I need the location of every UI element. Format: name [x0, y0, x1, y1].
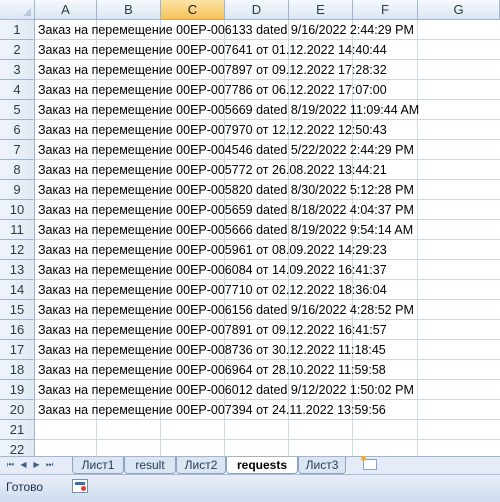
- sheet-tab-лист1[interactable]: Лист1: [72, 457, 124, 474]
- table-row: 3 Заказ на перемещение 00ЕР-007897 от 09.…: [0, 60, 500, 80]
- table-row: 9 Заказ на перемещение 00ЕР-005820 dated …: [0, 180, 500, 200]
- table-row: 21: [0, 420, 500, 440]
- table-row: 19 Заказ на перемещение 00ЕР-006012 dated…: [0, 380, 500, 400]
- column-header-b[interactable]: B: [97, 0, 161, 20]
- table-row: 2 Заказ на перемещение 00ЕР-007641 от 01.…: [0, 40, 500, 60]
- row-header[interactable]: 8: [0, 160, 35, 180]
- table-row: 18 Заказ на перемещение 00ЕР-006964 от 28…: [0, 360, 500, 380]
- column-header-g[interactable]: G: [418, 0, 500, 20]
- cell-text: Заказ на перемещение 00ЕР-006012 dated 9…: [38, 383, 414, 397]
- row-header[interactable]: 13: [0, 260, 35, 280]
- sheet-tab-bar: ⏮ ◀ ▶ ⏭ Лист1 result Лист2 requests Лист3: [0, 456, 500, 474]
- cell-text: Заказ на перемещение 00ЕР-006133 dated 9…: [38, 23, 414, 37]
- record-macro-icon[interactable]: [72, 479, 88, 493]
- column-header-row: ABCDEFG: [0, 0, 500, 20]
- cell-text: Заказ на перемещение 00ЕР-007897 от 09.1…: [38, 63, 387, 77]
- row-header[interactable]: 4: [0, 80, 35, 100]
- table-row: 17 Заказ на перемещение 00ЕР-008736 от 30…: [0, 340, 500, 360]
- sheet-tab-requests[interactable]: requests: [226, 457, 298, 474]
- cell-text: Заказ на перемещение 00ЕР-008736 от 30.1…: [38, 343, 386, 357]
- cell-a21[interactable]: [35, 420, 500, 440]
- cell-text: Заказ на перемещение 00ЕР-005659 dated 8…: [38, 203, 414, 217]
- row-header[interactable]: 6: [0, 120, 35, 140]
- row-header[interactable]: 5: [0, 100, 35, 120]
- last-sheet-icon[interactable]: ⏭: [43, 458, 56, 472]
- row-header[interactable]: 18: [0, 360, 35, 380]
- table-row: 10 Заказ на перемещение 00ЕР-005659 dated…: [0, 200, 500, 220]
- sheet-tab-лист3[interactable]: Лист3: [298, 457, 346, 474]
- table-row: 7 Заказ на перемещение 00ЕР-004546 dated …: [0, 140, 500, 160]
- cell-a22[interactable]: [35, 440, 500, 456]
- row-header[interactable]: 22: [0, 440, 35, 456]
- cell-text: Заказ на перемещение 00ЕР-005772 от 26.0…: [38, 163, 387, 177]
- cell-text: Заказ на перемещение 00ЕР-007891 от 09.1…: [38, 323, 387, 337]
- row-header[interactable]: 1: [0, 20, 35, 40]
- sheet-tab-лист2[interactable]: Лист2: [176, 457, 226, 474]
- table-row: 11 Заказ на перемещение 00ЕР-005666 dated…: [0, 220, 500, 240]
- cell-text: Заказ на перемещение 00ЕР-005666 dated 8…: [38, 223, 414, 237]
- insert-sheet-icon[interactable]: [361, 456, 377, 470]
- column-header-c[interactable]: C: [161, 0, 225, 20]
- row-header[interactable]: 7: [0, 140, 35, 160]
- cell-text: Заказ на перемещение 00ЕР-006084 от 14.0…: [38, 263, 387, 277]
- table-row: 13 Заказ на перемещение 00ЕР-006084 от 14…: [0, 260, 500, 280]
- table-row: 8 Заказ на перемещение 00ЕР-005772 от 26.…: [0, 160, 500, 180]
- table-row: 15 Заказ на перемещение 00ЕР-006156 dated…: [0, 300, 500, 320]
- cell-text: Заказ на перемещение 00ЕР-006964 от 28.1…: [38, 363, 386, 377]
- row-header[interactable]: 10: [0, 200, 35, 220]
- cell-text: Заказ на перемещение 00ЕР-007970 от 12.1…: [38, 123, 387, 137]
- table-row: 4 Заказ на перемещение 00ЕР-007786 от 06.…: [0, 80, 500, 100]
- table-row: 12 Заказ на перемещение 00ЕР-005961 от 08…: [0, 240, 500, 260]
- row-header[interactable]: 12: [0, 240, 35, 260]
- select-all-button[interactable]: [0, 0, 35, 20]
- table-row: 1 Заказ на перемещение 00ЕР-006133 dated …: [0, 20, 500, 40]
- first-sheet-icon[interactable]: ⏮: [4, 458, 17, 472]
- status-ready-label: Готово: [6, 480, 44, 494]
- column-header-a[interactable]: A: [35, 0, 97, 20]
- cell-text: Заказ на перемещение 00ЕР-005961 от 08.0…: [38, 243, 387, 257]
- row-header[interactable]: 15: [0, 300, 35, 320]
- sheet-tab-result[interactable]: result: [124, 457, 176, 474]
- cell-text: Заказ на перемещение 00ЕР-006156 dated 9…: [38, 303, 414, 317]
- row-header[interactable]: 14: [0, 280, 35, 300]
- row-header[interactable]: 21: [0, 420, 35, 440]
- prev-sheet-icon[interactable]: ◀: [17, 458, 30, 472]
- row-header[interactable]: 17: [0, 340, 35, 360]
- column-header-e[interactable]: E: [289, 0, 353, 20]
- cell-text: Заказ на перемещение 00ЕР-005820 dated 8…: [38, 183, 414, 197]
- row-header[interactable]: 11: [0, 220, 35, 240]
- next-sheet-icon[interactable]: ▶: [30, 458, 43, 472]
- cell-text: Заказ на перемещение 00ЕР-007710 от 02.1…: [38, 283, 387, 297]
- row-header[interactable]: 20: [0, 400, 35, 420]
- table-row: 22: [0, 440, 500, 456]
- cell-text: Заказ на перемещение 00ЕР-004546 dated 5…: [38, 143, 414, 157]
- cell-text: Заказ на перемещение 00ЕР-007394 от 24.1…: [38, 403, 386, 417]
- column-header-f[interactable]: F: [353, 0, 418, 20]
- spreadsheet-grid[interactable]: ABCDEFG 1 Заказ на перемещение 00ЕР-00613…: [0, 0, 500, 456]
- table-row: 16 Заказ на перемещение 00ЕР-007891 от 09…: [0, 320, 500, 340]
- table-row: 14 Заказ на перемещение 00ЕР-007710 от 02…: [0, 280, 500, 300]
- cell-text: Заказ на перемещение 00ЕР-005669 dated 8…: [38, 103, 420, 117]
- status-bar: Готово: [0, 474, 500, 502]
- row-header[interactable]: 9: [0, 180, 35, 200]
- cell-text: Заказ на перемещение 00ЕР-007641 от 01.1…: [38, 43, 387, 57]
- row-header[interactable]: 2: [0, 40, 35, 60]
- table-row: 6 Заказ на перемещение 00ЕР-007970 от 12.…: [0, 120, 500, 140]
- row-header[interactable]: 3: [0, 60, 35, 80]
- table-row: 20 Заказ на перемещение 00ЕР-007394 от 24…: [0, 400, 500, 420]
- column-header-d[interactable]: D: [225, 0, 289, 20]
- cell-text: Заказ на перемещение 00ЕР-007786 от 06.1…: [38, 83, 387, 97]
- row-header[interactable]: 19: [0, 380, 35, 400]
- row-header[interactable]: 16: [0, 320, 35, 340]
- table-row: 5 Заказ на перемещение 00ЕР-005669 dated …: [0, 100, 500, 120]
